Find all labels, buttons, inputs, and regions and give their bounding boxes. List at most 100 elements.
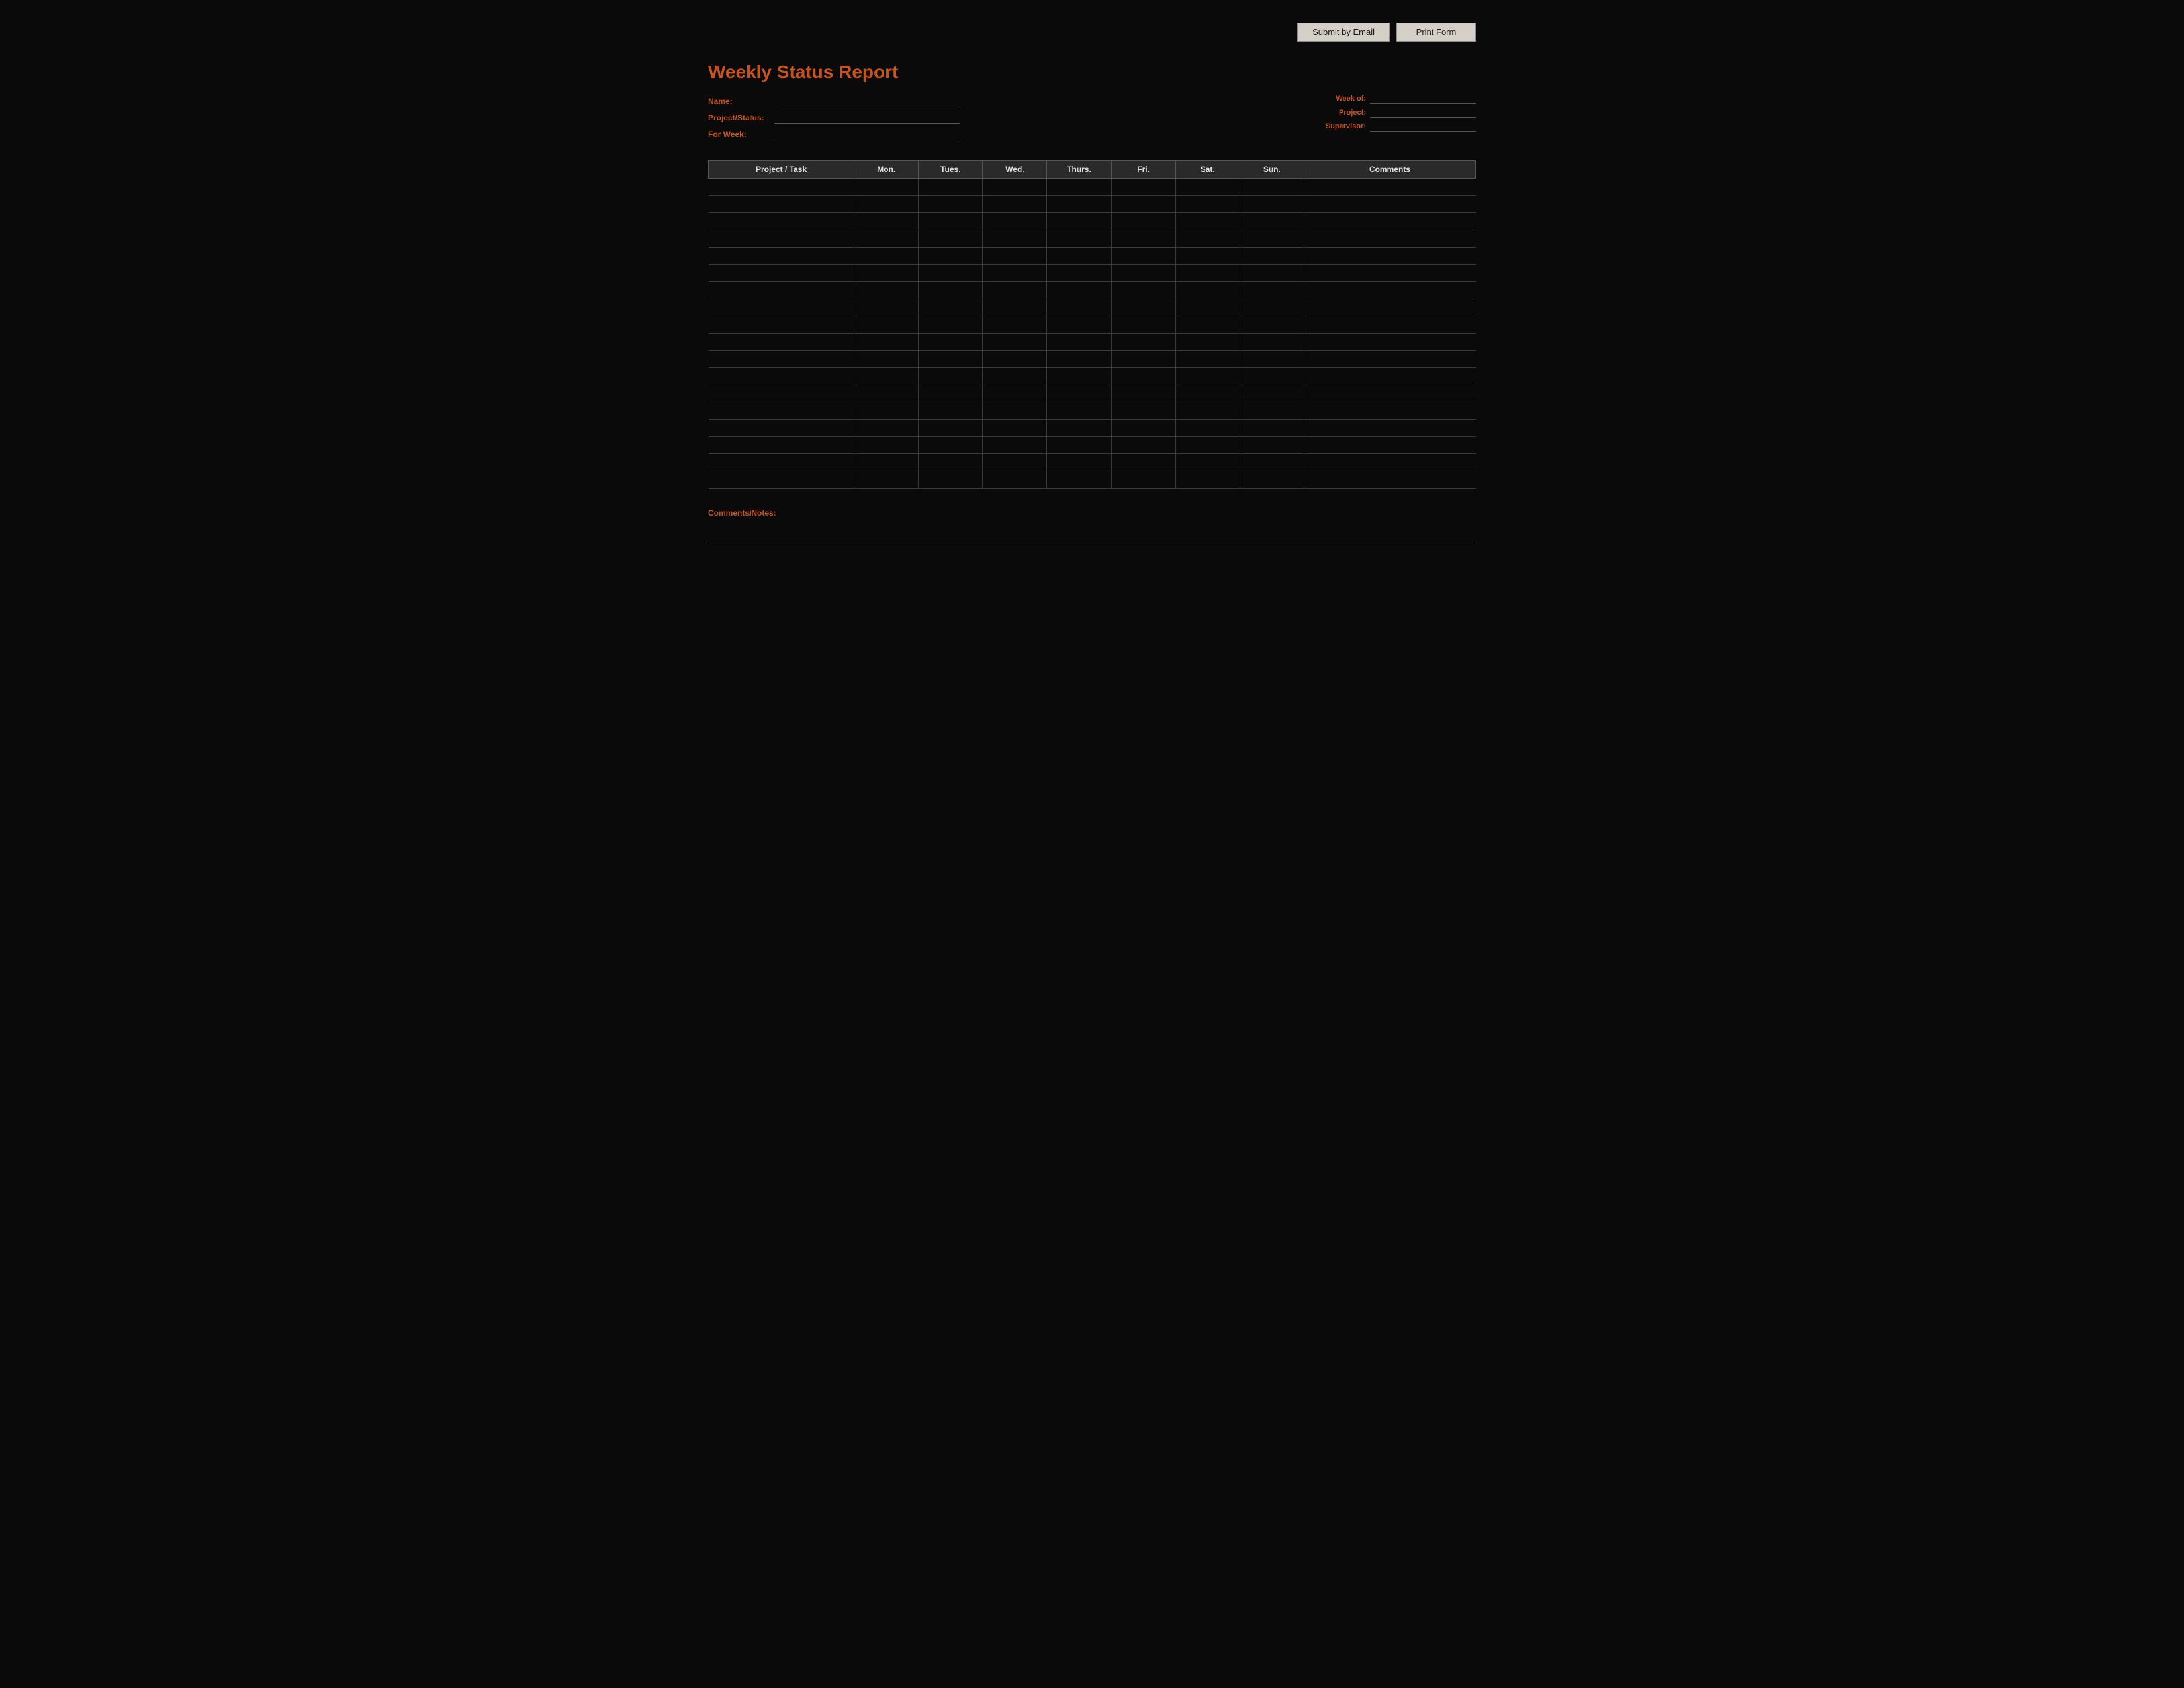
row-0-col-2-input[interactable] bbox=[919, 179, 982, 195]
row-14-col-6-input[interactable] bbox=[1176, 420, 1240, 436]
row-6-col-5-input[interactable] bbox=[1112, 282, 1175, 299]
row-0-col-8-input[interactable] bbox=[1304, 179, 1476, 195]
row-8-col-7-input[interactable] bbox=[1240, 316, 1304, 333]
row-5-col-8-input[interactable] bbox=[1304, 265, 1476, 281]
row-6-col-2-input[interactable] bbox=[919, 282, 982, 299]
week-of-input[interactable] bbox=[1370, 93, 1476, 104]
row-12-col-1-input[interactable] bbox=[854, 385, 918, 402]
row-6-col-3-input[interactable] bbox=[983, 282, 1046, 299]
row-9-col-1-input[interactable] bbox=[854, 334, 918, 350]
row-2-col-1-input[interactable] bbox=[854, 213, 918, 230]
row-1-col-4-input[interactable] bbox=[1047, 196, 1111, 212]
row-3-col-1-input[interactable] bbox=[854, 230, 918, 247]
row-7-col-2-input[interactable] bbox=[919, 299, 982, 316]
row-10-col-0-input[interactable] bbox=[709, 351, 854, 367]
row-0-col-5-input[interactable] bbox=[1112, 179, 1175, 195]
row-12-col-3-input[interactable] bbox=[983, 385, 1046, 402]
row-7-col-8-input[interactable] bbox=[1304, 299, 1476, 316]
row-11-col-5-input[interactable] bbox=[1112, 368, 1175, 385]
row-2-col-6-input[interactable] bbox=[1176, 213, 1240, 230]
row-14-col-7-input[interactable] bbox=[1240, 420, 1304, 436]
row-8-col-3-input[interactable] bbox=[983, 316, 1046, 333]
row-7-col-1-input[interactable] bbox=[854, 299, 918, 316]
row-15-col-5-input[interactable] bbox=[1112, 437, 1175, 453]
row-17-col-3-input[interactable] bbox=[983, 471, 1046, 488]
row-11-col-8-input[interactable] bbox=[1304, 368, 1476, 385]
row-7-col-0-input[interactable] bbox=[709, 299, 854, 316]
row-12-col-2-input[interactable] bbox=[919, 385, 982, 402]
row-16-col-5-input[interactable] bbox=[1112, 454, 1175, 471]
row-14-col-5-input[interactable] bbox=[1112, 420, 1175, 436]
row-17-col-2-input[interactable] bbox=[919, 471, 982, 488]
row-3-col-3-input[interactable] bbox=[983, 230, 1046, 247]
row-0-col-7-input[interactable] bbox=[1240, 179, 1304, 195]
row-3-col-4-input[interactable] bbox=[1047, 230, 1111, 247]
row-10-col-2-input[interactable] bbox=[919, 351, 982, 367]
row-15-col-0-input[interactable] bbox=[709, 437, 854, 453]
row-16-col-8-input[interactable] bbox=[1304, 454, 1476, 471]
row-11-col-0-input[interactable] bbox=[709, 368, 854, 385]
row-1-col-1-input[interactable] bbox=[854, 196, 918, 212]
row-2-col-2-input[interactable] bbox=[919, 213, 982, 230]
row-5-col-7-input[interactable] bbox=[1240, 265, 1304, 281]
row-9-col-2-input[interactable] bbox=[919, 334, 982, 350]
row-5-col-1-input[interactable] bbox=[854, 265, 918, 281]
row-9-col-4-input[interactable] bbox=[1047, 334, 1111, 350]
row-8-col-6-input[interactable] bbox=[1176, 316, 1240, 333]
row-0-col-3-input[interactable] bbox=[983, 179, 1046, 195]
row-7-col-4-input[interactable] bbox=[1047, 299, 1111, 316]
row-12-col-5-input[interactable] bbox=[1112, 385, 1175, 402]
row-6-col-8-input[interactable] bbox=[1304, 282, 1476, 299]
row-14-col-2-input[interactable] bbox=[919, 420, 982, 436]
row-0-col-4-input[interactable] bbox=[1047, 179, 1111, 195]
row-14-col-1-input[interactable] bbox=[854, 420, 918, 436]
row-10-col-1-input[interactable] bbox=[854, 351, 918, 367]
project-status-input[interactable] bbox=[774, 111, 960, 124]
row-7-col-6-input[interactable] bbox=[1176, 299, 1240, 316]
row-16-col-2-input[interactable] bbox=[919, 454, 982, 471]
row-6-col-6-input[interactable] bbox=[1176, 282, 1240, 299]
name-input[interactable] bbox=[774, 95, 960, 107]
row-13-col-8-input[interactable] bbox=[1304, 402, 1476, 419]
row-0-col-1-input[interactable] bbox=[854, 179, 918, 195]
print-form-button[interactable]: Print Form bbox=[1396, 23, 1476, 42]
comments-textarea[interactable] bbox=[708, 522, 1476, 541]
row-16-col-6-input[interactable] bbox=[1176, 454, 1240, 471]
row-12-col-8-input[interactable] bbox=[1304, 385, 1476, 402]
row-2-col-8-input[interactable] bbox=[1304, 213, 1476, 230]
row-4-col-3-input[interactable] bbox=[983, 248, 1046, 264]
row-13-col-2-input[interactable] bbox=[919, 402, 982, 419]
row-1-col-7-input[interactable] bbox=[1240, 196, 1304, 212]
row-4-col-0-input[interactable] bbox=[709, 248, 854, 264]
row-14-col-4-input[interactable] bbox=[1047, 420, 1111, 436]
row-3-col-5-input[interactable] bbox=[1112, 230, 1175, 247]
row-12-col-7-input[interactable] bbox=[1240, 385, 1304, 402]
row-9-col-6-input[interactable] bbox=[1176, 334, 1240, 350]
row-0-col-6-input[interactable] bbox=[1176, 179, 1240, 195]
row-6-col-4-input[interactable] bbox=[1047, 282, 1111, 299]
row-11-col-1-input[interactable] bbox=[854, 368, 918, 385]
project-input[interactable] bbox=[1370, 107, 1476, 118]
row-4-col-5-input[interactable] bbox=[1112, 248, 1175, 264]
row-9-col-5-input[interactable] bbox=[1112, 334, 1175, 350]
row-17-col-1-input[interactable] bbox=[854, 471, 918, 488]
row-2-col-3-input[interactable] bbox=[983, 213, 1046, 230]
for-week-input[interactable] bbox=[774, 128, 960, 140]
row-15-col-1-input[interactable] bbox=[854, 437, 918, 453]
submit-email-button[interactable]: Submit by Email bbox=[1297, 23, 1390, 42]
row-5-col-6-input[interactable] bbox=[1176, 265, 1240, 281]
row-15-col-8-input[interactable] bbox=[1304, 437, 1476, 453]
row-15-col-7-input[interactable] bbox=[1240, 437, 1304, 453]
row-8-col-4-input[interactable] bbox=[1047, 316, 1111, 333]
row-5-col-0-input[interactable] bbox=[709, 265, 854, 281]
row-13-col-3-input[interactable] bbox=[983, 402, 1046, 419]
row-13-col-5-input[interactable] bbox=[1112, 402, 1175, 419]
row-16-col-4-input[interactable] bbox=[1047, 454, 1111, 471]
row-8-col-5-input[interactable] bbox=[1112, 316, 1175, 333]
row-17-col-4-input[interactable] bbox=[1047, 471, 1111, 488]
row-10-col-4-input[interactable] bbox=[1047, 351, 1111, 367]
row-12-col-0-input[interactable] bbox=[709, 385, 854, 402]
row-1-col-3-input[interactable] bbox=[983, 196, 1046, 212]
row-16-col-7-input[interactable] bbox=[1240, 454, 1304, 471]
row-7-col-7-input[interactable] bbox=[1240, 299, 1304, 316]
